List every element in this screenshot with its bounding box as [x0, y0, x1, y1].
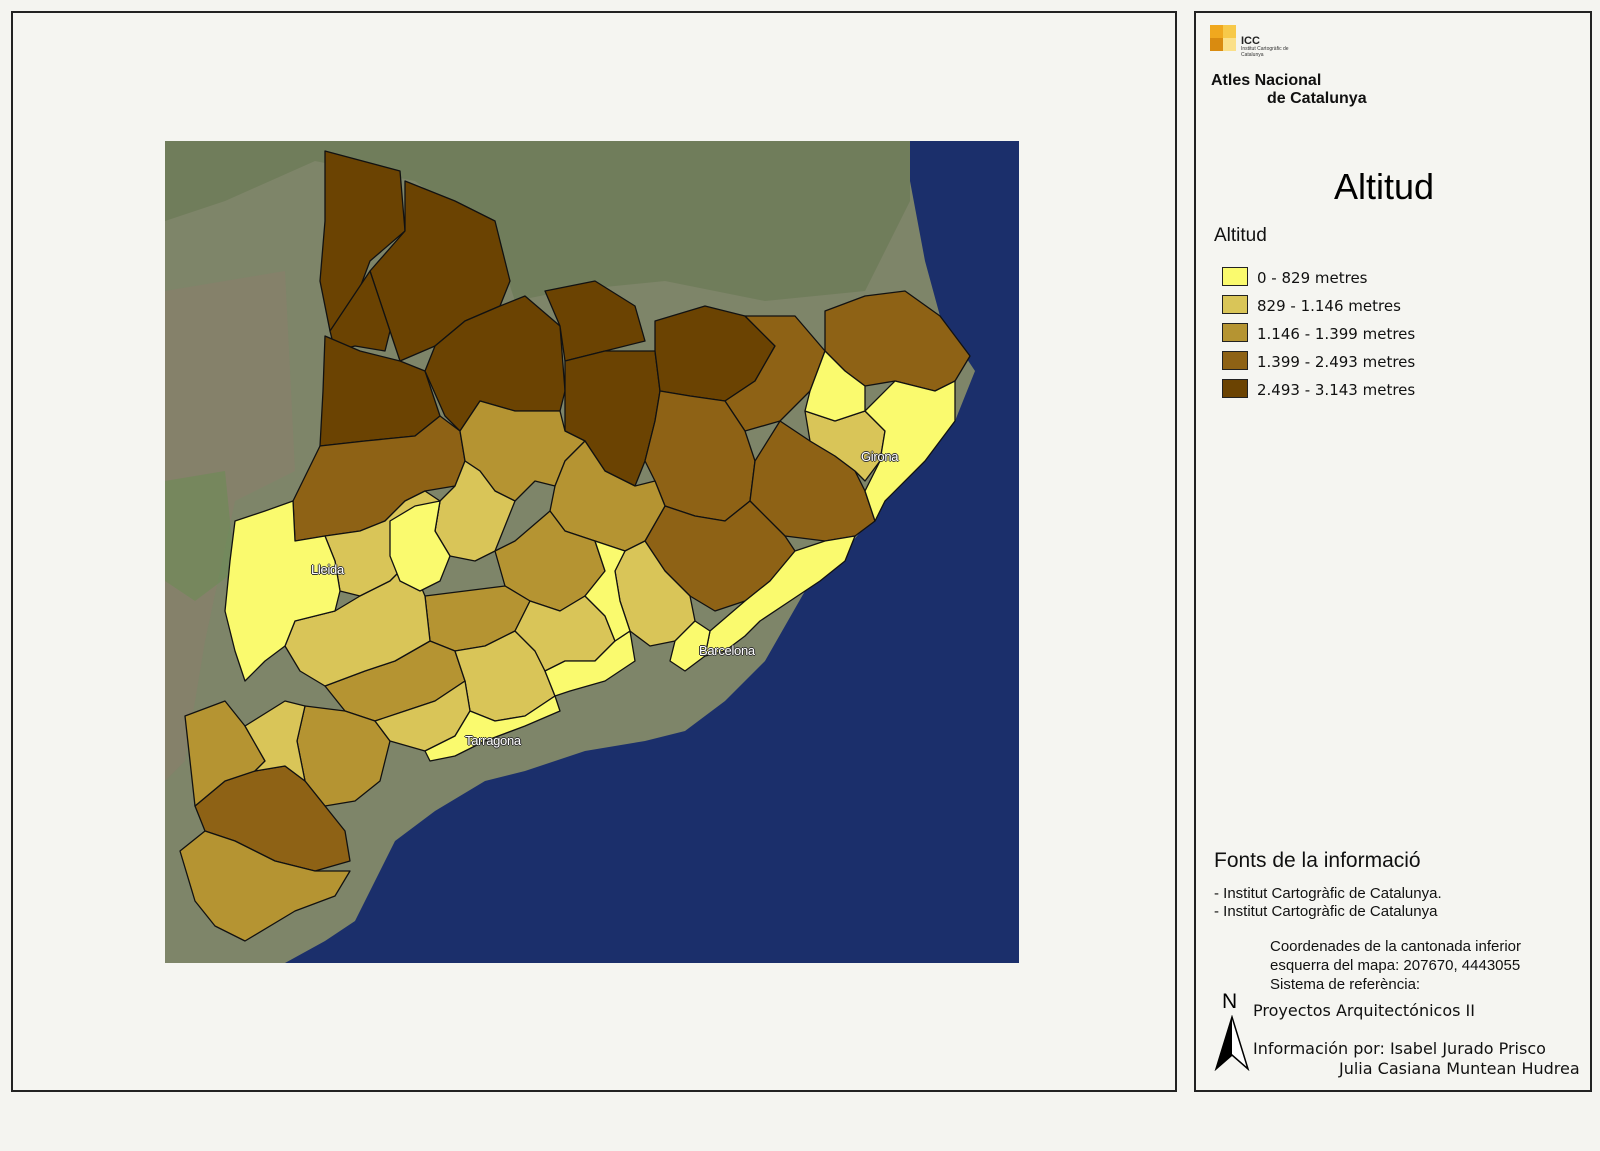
legend-subtitle: Altitud	[1214, 225, 1267, 246]
legend-swatch	[1222, 267, 1248, 286]
logo-squares-icon	[1210, 25, 1238, 53]
legend-swatch	[1222, 295, 1248, 314]
coordinates-line1: Coordenades de la cantonada inferior	[1270, 938, 1522, 955]
legend-label: 1.399 - 2.493 metres	[1257, 353, 1416, 371]
coordinates-line2: esquerra del mapa: 207670, 4443055	[1270, 957, 1521, 974]
legend-swatch	[1222, 351, 1248, 370]
legend-label: 0 - 829 metres	[1257, 269, 1368, 287]
logo-title-line1: Atles Nacional	[1211, 72, 1322, 89]
legend-panel: ICC Institut Cartogràfic de Catalunya At…	[1194, 11, 1592, 1092]
map-area[interactable]: Lleida Girona Barcelona Tarragona	[165, 141, 1019, 963]
logo-institute-text: Institut Cartogràfic de Catalunya	[1241, 46, 1289, 58]
project-name: Proyectos Arquitectónicos II	[1253, 1001, 1475, 1020]
city-label-lleida: Lleida	[311, 562, 344, 577]
source-line: - Institut Cartogràfic de Catalunya	[1214, 903, 1438, 920]
city-label-tarragona: Tarragona	[465, 733, 521, 748]
logo-title-line2: de Catalunya	[1267, 90, 1367, 107]
legend-swatch	[1222, 379, 1248, 398]
legend-label: 2.493 - 3.143 metres	[1257, 381, 1416, 399]
legend-title: Altitud	[1333, 166, 1435, 207]
legend-swatch	[1222, 323, 1248, 342]
north-arrow-icon	[1214, 1015, 1250, 1071]
credit-line1: Información por: Isabel Jurado Prisco	[1253, 1039, 1546, 1058]
credit-line2: Julia Casiana Muntean Hudrea	[1339, 1059, 1580, 1078]
coordinates-text: Coordenades de la cantonada inferior esq…	[1270, 937, 1521, 994]
source-line: - Institut Cartogràfic de Catalunya.	[1214, 885, 1442, 902]
sources-title: Fonts de la informació	[1214, 849, 1421, 872]
catalonia-altitude-map	[165, 141, 1019, 963]
coordinates-line3: Sistema de referència:	[1270, 976, 1421, 993]
map-frame: Lleida Girona Barcelona Tarragona	[11, 11, 1177, 1092]
legend-label: 1.146 - 1.399 metres	[1257, 325, 1416, 343]
city-label-girona: Girona	[861, 449, 899, 464]
legend-label: 829 - 1.146 metres	[1257, 297, 1401, 315]
north-label: N	[1222, 990, 1238, 1013]
city-label-barcelona: Barcelona	[699, 643, 755, 658]
